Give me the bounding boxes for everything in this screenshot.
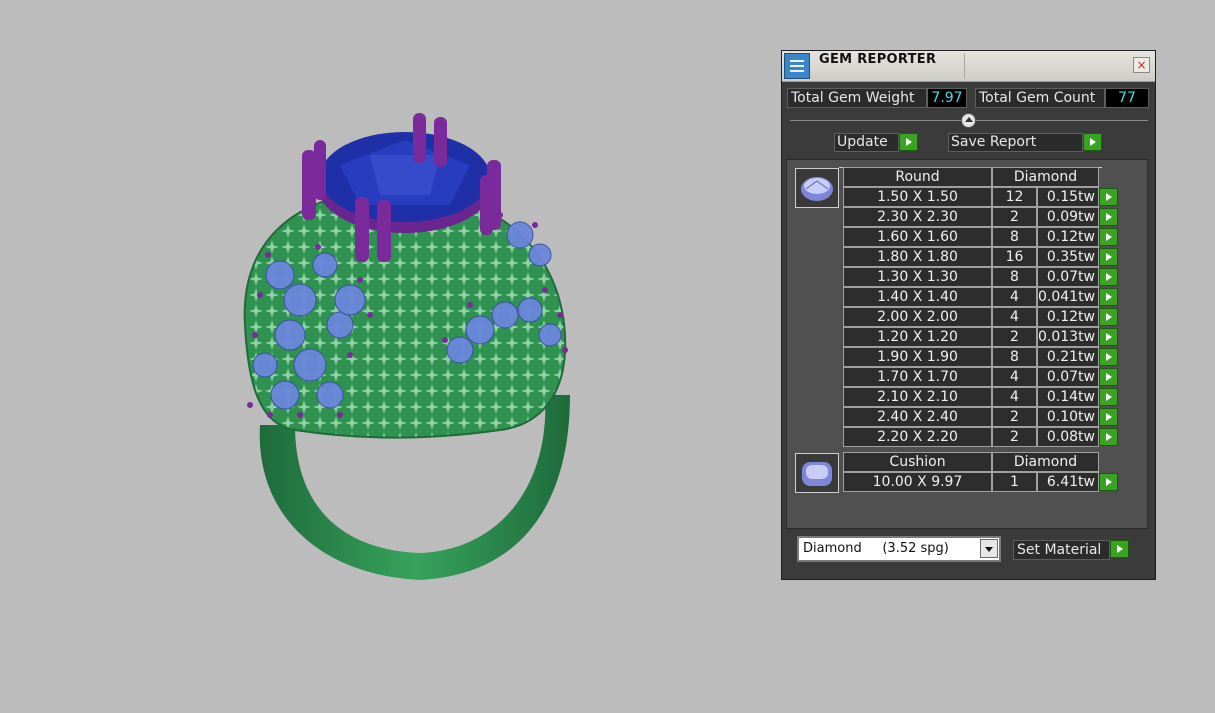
gem-count-cell: 2 bbox=[992, 407, 1037, 427]
save-report-button[interactable]: Save Report bbox=[948, 133, 1083, 152]
gem-weight-cell: 0.013tw bbox=[1037, 327, 1099, 347]
gem-weight-cell: 0.35tw bbox=[1037, 247, 1099, 267]
row-select-play-icon[interactable] bbox=[1099, 208, 1118, 226]
gem-count-cell: 2 bbox=[992, 327, 1037, 347]
total-gem-weight-value: 7.97 bbox=[927, 88, 967, 108]
gem-weight-cell: 0.21tw bbox=[1037, 347, 1099, 367]
cushion-gem-icon bbox=[795, 453, 839, 493]
round-gem-icon bbox=[795, 168, 839, 208]
gem-count-cell: 2 bbox=[992, 207, 1037, 227]
ring-model bbox=[243, 113, 570, 580]
gem-weight-cell: 6.41tw bbox=[1037, 472, 1099, 492]
gem-weight-cell: 0.08tw bbox=[1037, 427, 1099, 447]
gem-weight-cell: 0.14tw bbox=[1037, 387, 1099, 407]
gem-size-cell: 1.30 X 1.30 bbox=[843, 267, 992, 287]
gem-size-cell: 1.70 X 1.70 bbox=[843, 367, 992, 387]
gem-weight-cell: 0.10tw bbox=[1037, 407, 1099, 427]
gem-size-cell: 1.80 X 1.80 bbox=[843, 247, 992, 267]
gem-size-cell: 2.10 X 2.10 bbox=[843, 387, 992, 407]
row-select-play-icon[interactable] bbox=[1099, 268, 1118, 286]
gem-weight-cell: 0.15tw bbox=[1037, 187, 1099, 207]
group-material-header: Diamond bbox=[992, 452, 1099, 472]
gem-count-cell: 8 bbox=[992, 267, 1037, 287]
group-material-header: Diamond bbox=[992, 167, 1099, 187]
gem-count-cell: 4 bbox=[992, 287, 1037, 307]
row-select-play-icon[interactable] bbox=[1099, 248, 1118, 266]
gem-weight-cell: 0.07tw bbox=[1037, 267, 1099, 287]
gem-count-cell: 8 bbox=[992, 347, 1037, 367]
group-shape-header: Cushion bbox=[843, 452, 992, 472]
row-select-play-icon[interactable] bbox=[1099, 408, 1118, 426]
row-select-play-icon[interactable] bbox=[1099, 388, 1118, 406]
gem-count-cell: 4 bbox=[992, 367, 1037, 387]
gem-count-cell: 8 bbox=[992, 227, 1037, 247]
gem-count-cell: 4 bbox=[992, 307, 1037, 327]
material-select[interactable]: Diamond (3.52 spg) bbox=[797, 536, 1001, 562]
update-button[interactable]: Update bbox=[834, 133, 899, 152]
row-select-play-icon[interactable] bbox=[1099, 228, 1118, 246]
gem-weight-cell: 0.09tw bbox=[1037, 207, 1099, 227]
set-material-button[interactable]: Set Material bbox=[1013, 540, 1110, 560]
slider-thumb-icon[interactable] bbox=[961, 113, 976, 128]
total-gem-count-value: 77 bbox=[1105, 88, 1149, 108]
row-select-play-icon[interactable] bbox=[1099, 308, 1118, 326]
row-select-play-icon[interactable] bbox=[1099, 188, 1118, 206]
gem-size-cell: 2.30 X 2.30 bbox=[843, 207, 992, 227]
gem-size-cell: 2.00 X 2.00 bbox=[843, 307, 992, 327]
row-select-play-icon[interactable] bbox=[1099, 348, 1118, 366]
gem-size-cell: 2.40 X 2.40 bbox=[843, 407, 992, 427]
gem-size-cell: 10.00 X 9.97 bbox=[843, 472, 992, 492]
set-material-play-icon[interactable] bbox=[1110, 540, 1129, 558]
material-select-value: Diamond (3.52 spg) bbox=[803, 541, 949, 556]
row-select-play-icon[interactable] bbox=[1099, 473, 1118, 491]
update-play-icon[interactable] bbox=[899, 133, 918, 151]
gem-count-cell: 12 bbox=[992, 187, 1037, 207]
total-gem-weight-label: Total Gem Weight bbox=[787, 88, 927, 108]
chevron-down-icon[interactable] bbox=[980, 539, 998, 558]
gem-size-cell: 1.40 X 1.40 bbox=[843, 287, 992, 307]
gem-reporter-icon bbox=[784, 53, 810, 79]
gem-list[interactable]: Round Diamond 1.50 X 1.50 12 0.15tw 2.30 X … bbox=[786, 159, 1148, 529]
total-gem-count-label: Total Gem Count bbox=[975, 88, 1105, 108]
gem-count-cell: 4 bbox=[992, 387, 1037, 407]
gem-size-cell: 1.20 X 1.20 bbox=[843, 327, 992, 347]
title-separator bbox=[964, 53, 965, 79]
gem-size-cell: 1.60 X 1.60 bbox=[843, 227, 992, 247]
group-shape-header: Round bbox=[843, 167, 992, 187]
gem-size-cell: 1.50 X 1.50 bbox=[843, 187, 992, 207]
save-report-play-icon[interactable] bbox=[1083, 133, 1102, 151]
gem-size-cell: 2.20 X 2.20 bbox=[843, 427, 992, 447]
gem-reporter-panel: GEM REPORTER × Total Gem Weight 7.97 Tot… bbox=[781, 50, 1156, 580]
gem-weight-cell: 0.07tw bbox=[1037, 367, 1099, 387]
row-select-play-icon[interactable] bbox=[1099, 328, 1118, 346]
row-select-play-icon[interactable] bbox=[1099, 428, 1118, 446]
gem-count-cell: 1 bbox=[992, 472, 1037, 492]
row-select-play-icon[interactable] bbox=[1099, 288, 1118, 306]
gem-count-cell: 2 bbox=[992, 427, 1037, 447]
gem-weight-cell: 0.12tw bbox=[1037, 227, 1099, 247]
close-icon[interactable]: × bbox=[1133, 57, 1150, 73]
panel-titlebar[interactable]: GEM REPORTER × bbox=[782, 51, 1155, 82]
gem-weight-cell: 0.041tw bbox=[1037, 287, 1099, 307]
3d-viewport[interactable] bbox=[0, 0, 780, 713]
gem-size-cell: 1.90 X 1.90 bbox=[843, 347, 992, 367]
gem-count-cell: 16 bbox=[992, 247, 1037, 267]
gem-weight-cell: 0.12tw bbox=[1037, 307, 1099, 327]
panel-title: GEM REPORTER bbox=[819, 52, 937, 67]
row-select-play-icon[interactable] bbox=[1099, 368, 1118, 386]
